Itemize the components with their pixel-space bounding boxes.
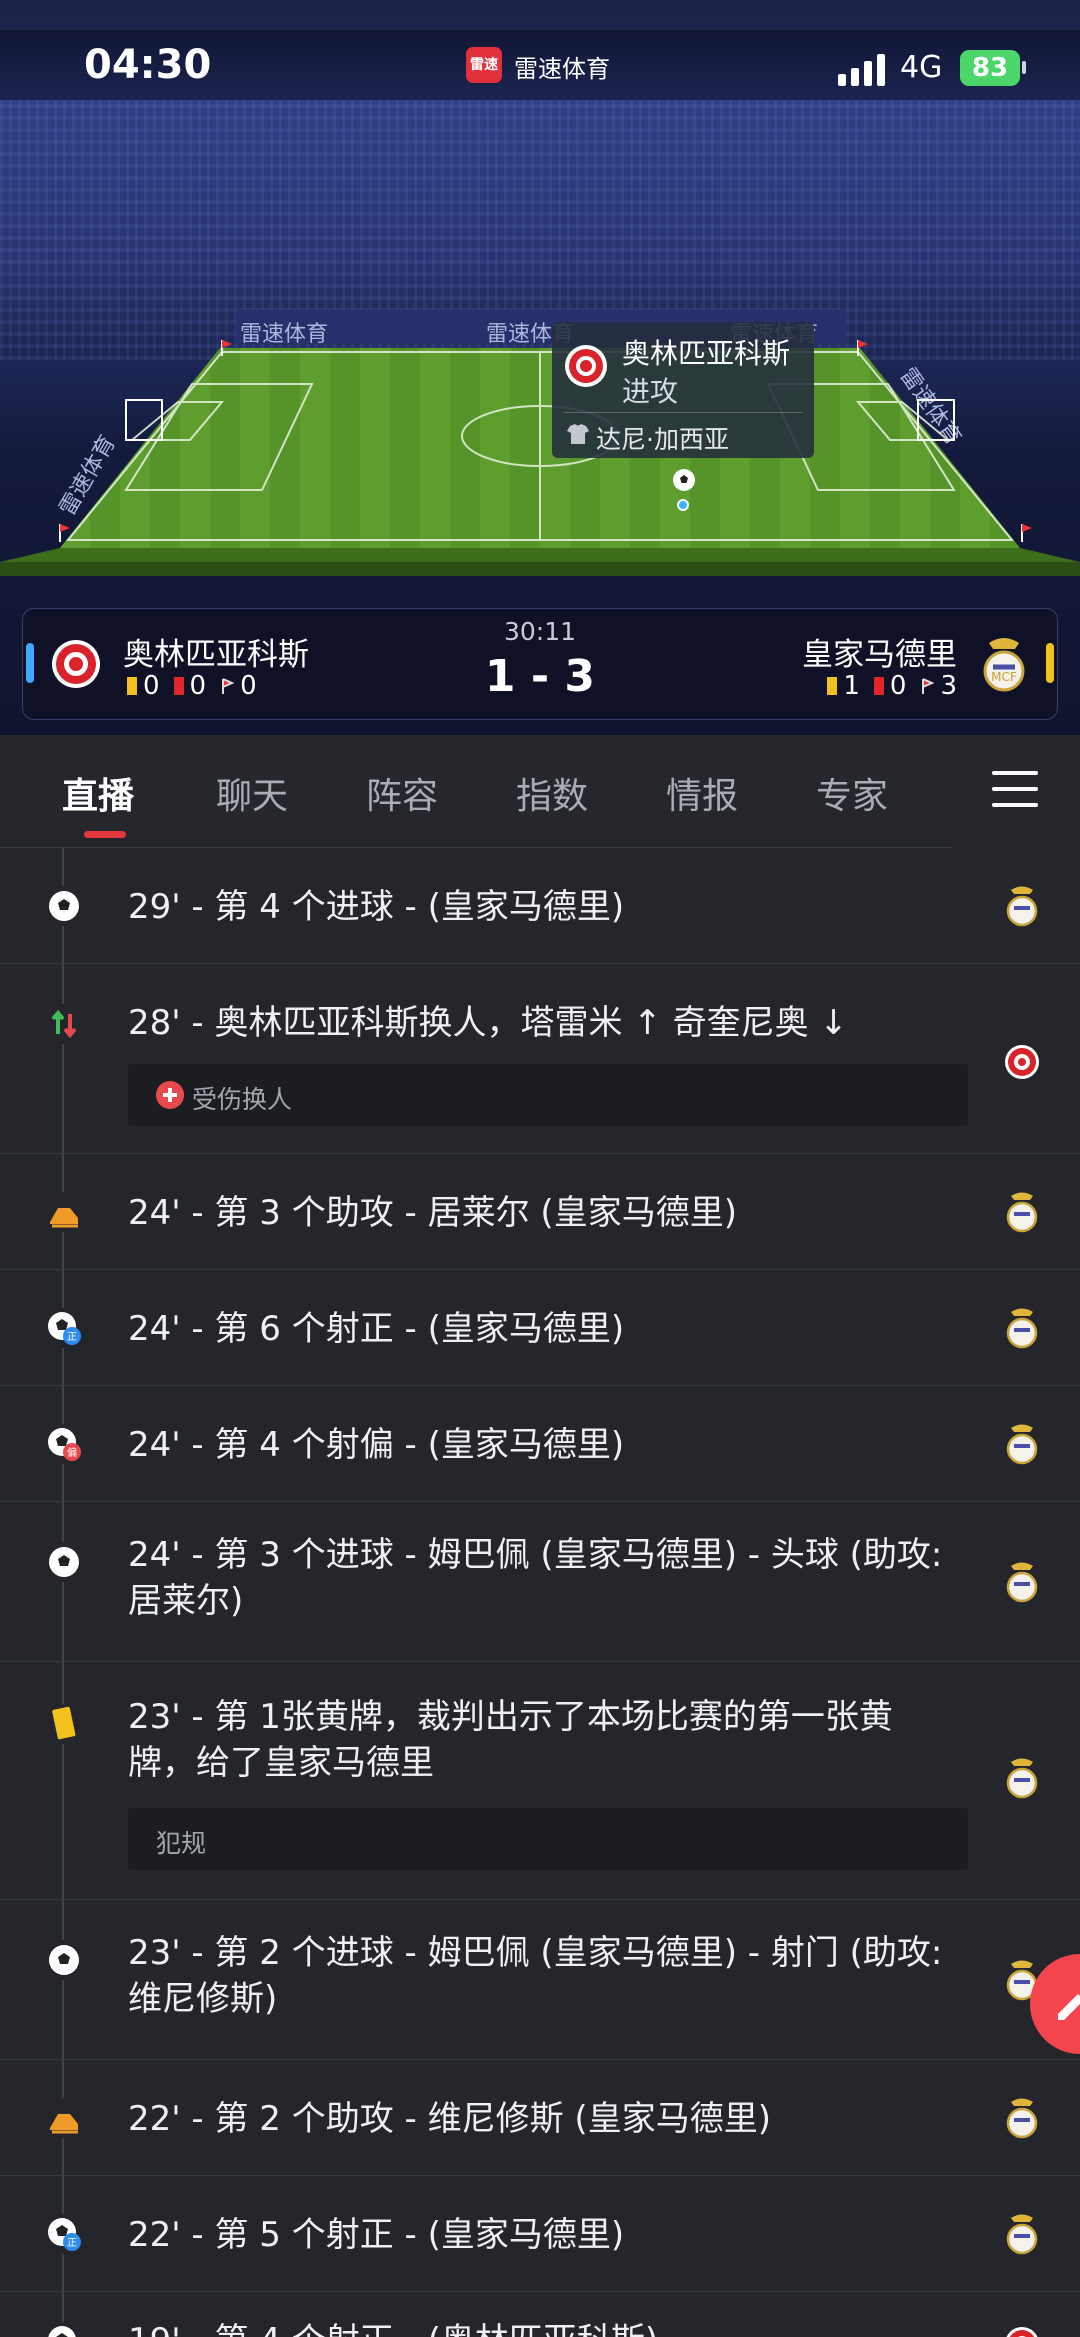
away-yellow-count: 1 [843,671,860,701]
event-text: 29' - 第 4 个进球 - (皇家马德里) [128,887,625,927]
real-madrid-logo-icon [1006,1308,1038,1349]
scoreboard: 奥林匹亚科斯 0 0 0 30:11 1 - 3 皇家马德里 1 0 3 MCF [22,608,1058,720]
event-tooltip: 奥林匹亚科斯 进攻 达尼·加西亚 [552,322,814,458]
event-text: 23' - 第 2 个进球 - 姆巴佩 (皇家马德里) - 射门 (助攻: 维尼… [128,1933,943,2019]
substitution-icon [44,1004,84,1044]
real-madrid-logo-icon [1006,2214,1038,2255]
yellow-card-icon [827,677,838,695]
away-red-count: 0 [889,671,907,701]
goal-icon [44,886,84,926]
match-hero: 04:30 雷速 雷速体育 4G 83 雷速体育 雷速体育 雷速体育 雷速体育 … [0,0,1080,735]
goal-icon [44,1940,84,1980]
real-madrid-logo-icon: MCF [983,638,1025,692]
away-corner-count: 3 [940,671,957,701]
ball-position-dot [677,499,689,511]
event-item[interactable]: 24' - 第 3 个进球 - 姆巴佩 (皇家马德里) - 头球 (助攻: 居莱… [0,1502,1080,1662]
event-item[interactable]: 偏 24' - 第 4 个射偏 - (皇家马德里) [0,1386,1080,1502]
tooltip-team: 奥林匹亚科斯 [622,337,791,370]
real-madrid-logo-icon [1006,2098,1038,2139]
event-note-text: 犯规 [156,1829,207,1858]
svg-text:正: 正 [67,1332,77,1343]
event-note: 受伤换人 [128,1064,968,1126]
goal-icon [44,1542,84,1582]
shot-on-target-icon [44,2322,84,2337]
event-text: 24' - 第 3 个助攻 - 居莱尔 (皇家马德里) [128,1193,737,1233]
event-item[interactable]: 19' - 第 4 个射正 - (奥林匹亚科斯) [0,2292,1080,2337]
shot-on-target-icon: 正 [44,1308,84,1348]
assist-icon [44,2098,84,2138]
away-team-name: 皇家马德里 [802,637,957,673]
ball-position-icon [673,469,695,491]
medical-cross-icon [156,1081,184,1109]
tooltip-divider [564,412,802,413]
olympiacos-logo-icon [565,345,607,387]
tab-intel[interactable]: 情报 [666,767,738,819]
event-text: 23' - 第 1张黄牌，裁判出示了本场比赛的第一张黄牌，给了皇家马德里 [128,1697,893,1783]
svg-text:偏: 偏 [67,1446,77,1459]
event-note: 犯规 [128,1808,968,1870]
tab-bar: 直播 聊天 阵容 指数 情报 专家 [0,735,1080,848]
event-item[interactable]: 22' - 第 2 个助攻 - 维尼修斯 (皇家马德里) [0,2060,1080,2176]
tab-live[interactable]: 直播 [62,767,134,819]
event-text: 24' - 第 6 个射正 - (皇家马德里) [128,1309,625,1349]
tab-chat[interactable]: 聊天 [216,767,288,819]
shot-on-target-icon: 正 [44,2214,84,2254]
shot-off-target-icon: 偏 [44,1424,84,1464]
real-madrid-logo-icon [1006,1424,1038,1465]
real-madrid-logo-icon [1006,1758,1038,1799]
shirt-icon [567,424,589,444]
event-item[interactable]: 29' - 第 4 个进球 - (皇家马德里) [0,848,1080,964]
assist-icon [44,1192,84,1232]
tooltip-player: 达尼·加西亚 [596,425,729,454]
corner-flag-icon [922,678,935,694]
real-madrid-logo-icon [1006,1192,1038,1233]
event-item[interactable]: 28' - 奥林匹亚科斯换人，塔雷米 ↑ 奇奎尼奥 ↓ 受伤换人 [0,964,1080,1154]
olympiacos-logo-icon [1005,1045,1039,1079]
tab-lineup[interactable]: 阵容 [366,767,438,819]
event-text: 22' - 第 2 个助攻 - 维尼修斯 (皇家马德里) [128,2099,771,2139]
away-team-stats: 1 0 3 [827,671,957,701]
event-item[interactable]: 正 22' - 第 5 个射正 - (皇家马德里) [0,2176,1080,2292]
event-text: 22' - 第 5 个射正 - (皇家马德里) [128,2215,625,2255]
real-madrid-logo-icon [1006,886,1038,927]
tooltip-action: 进攻 [622,375,679,408]
tab-experts[interactable]: 专家 [816,767,888,819]
svg-text:正: 正 [67,2238,77,2249]
red-card-icon [873,677,884,695]
menu-icon[interactable] [992,769,1038,809]
svg-text:MCF: MCF [991,670,1017,684]
active-tab-indicator [84,831,126,838]
olympiacos-logo-icon [1006,2327,1038,2337]
live-event-feed: 29' - 第 4 个进球 - (皇家马德里) 28' - 奥林匹亚科斯换人，塔… [0,848,1080,2337]
event-text: 28' - 奥林匹亚科斯换人，塔雷米 ↑ 奇奎尼奥 ↓ [128,1003,848,1043]
event-text: 24' - 第 3 个进球 - 姆巴佩 (皇家马德里) - 头球 (助攻: 居莱… [128,1535,943,1621]
event-note-text: 受伤换人 [192,1085,293,1114]
event-item[interactable]: 23' - 第 1张黄牌，裁判出示了本场比赛的第一张黄牌，给了皇家马德里 犯规 [0,1662,1080,1900]
event-item[interactable]: 正 24' - 第 6 个射正 - (皇家马德里) [0,1270,1080,1386]
tab-odds[interactable]: 指数 [516,767,588,819]
event-item[interactable]: 24' - 第 3 个助攻 - 居莱尔 (皇家马德里) [0,1154,1080,1270]
event-text: 19' - 第 4 个射正 - (奥林匹亚科斯) [128,2318,958,2337]
event-item[interactable]: 23' - 第 2 个进球 - 姆巴佩 (皇家马德里) - 射门 (助攻: 维尼… [0,1900,1080,2060]
yellow-card-icon [44,1704,84,1744]
real-madrid-logo-icon [1006,1562,1038,1603]
event-text: 24' - 第 4 个射偏 - (皇家马德里) [128,1425,625,1465]
edit-icon [1058,1994,1080,2020]
